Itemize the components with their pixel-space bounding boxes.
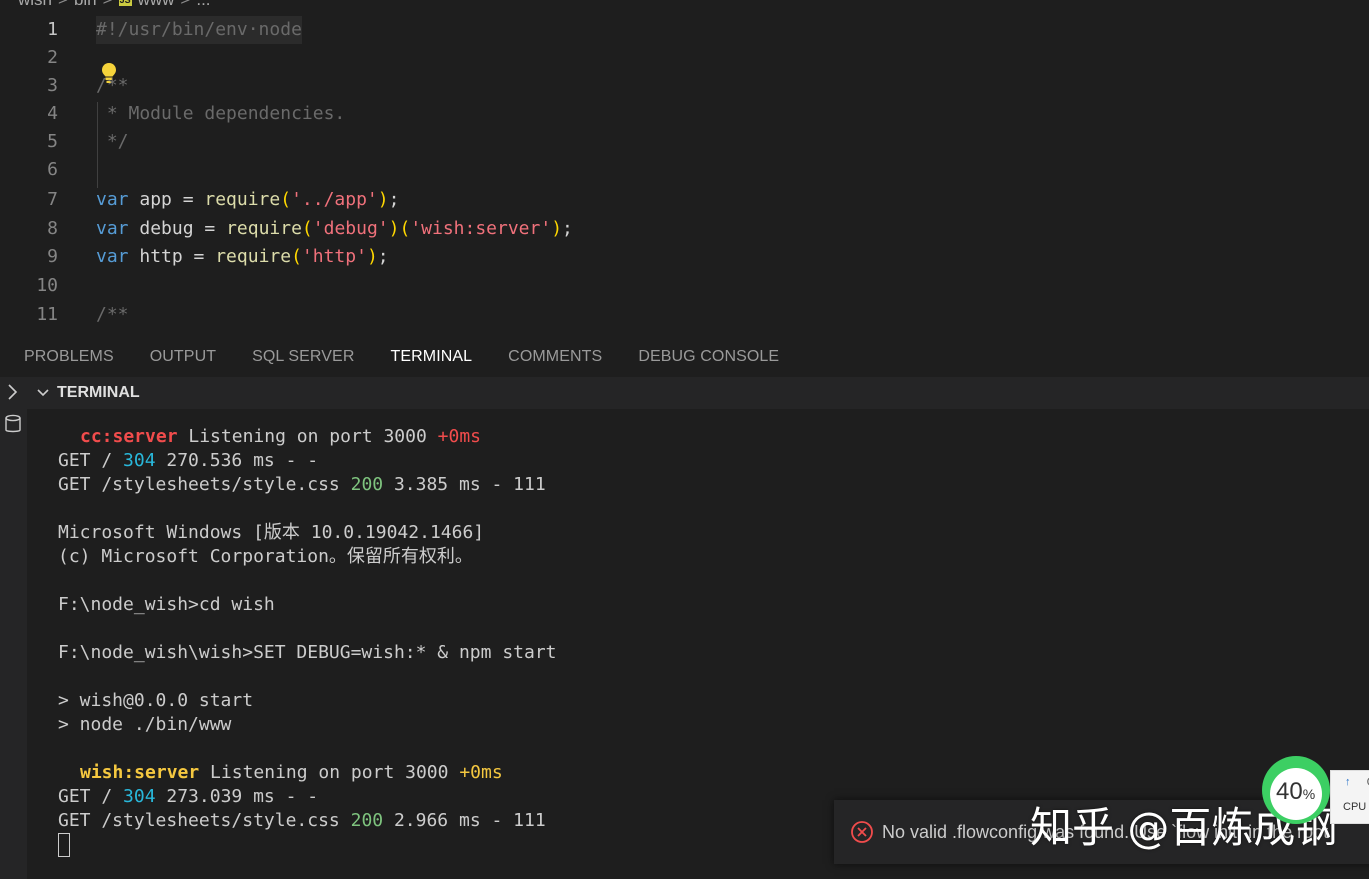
error-circle-icon: [851, 821, 873, 843]
breadcrumb-item-www[interactable]: www: [138, 0, 175, 10]
code-line[interactable]: 10: [0, 272, 1369, 300]
tab-terminal[interactable]: TERMINAL: [390, 342, 472, 372]
breadcrumb-separator: >: [180, 0, 190, 10]
terminal-line: > node ./bin/www: [58, 714, 232, 735]
code-line[interactable]: 6: [0, 156, 1369, 184]
line-number: 11: [36, 304, 58, 325]
tab-problems[interactable]: PROBLEMS: [24, 342, 114, 372]
terminal-header[interactable]: TERMINAL: [27, 377, 1369, 409]
database-icon[interactable]: [2, 413, 24, 435]
code-text: /**: [96, 75, 129, 96]
line-number: 4: [47, 103, 58, 124]
code-text: var debug = require('debug')('wish:serve…: [96, 218, 573, 239]
line-number: 2: [47, 47, 58, 68]
terminal-line: Microsoft Windows [版本 10.0.19042.1466]: [58, 522, 485, 543]
code-line[interactable]: 8 var debug = require('debug')('wish:ser…: [0, 215, 1369, 243]
line-number: 1: [47, 19, 58, 40]
breadcrumb-item-more[interactable]: ...: [196, 0, 210, 10]
code-text: #!/usr/bin/env·node: [96, 16, 302, 44]
breadcrumb-separator: >: [58, 0, 68, 10]
cpu-label: CPU: [1343, 801, 1367, 813]
tab-debug-console[interactable]: DEBUG CONSOLE: [638, 342, 779, 372]
cpu-usage-ring[interactable]: 40%: [1258, 750, 1338, 830]
chevron-right-icon[interactable]: [2, 381, 24, 403]
tab-comments[interactable]: COMMENTS: [508, 342, 602, 372]
line-number: 5: [47, 131, 58, 152]
terminal-line: > wish@0.0.0 start: [58, 690, 254, 711]
code-text: /**: [96, 304, 129, 325]
breadcrumb: wish > bin > JS www > ...: [18, 0, 211, 10]
code-text: var http = require('http');: [96, 246, 389, 267]
code-text: * Module dependencies.: [96, 103, 346, 124]
vscode-window: wish > bin > JS www > ... 1 #!/usr/bin/e…: [0, 0, 1369, 879]
breadcrumb-item-bin[interactable]: bin: [74, 0, 97, 10]
code-line[interactable]: 5 */: [0, 128, 1369, 156]
code-text: */: [96, 131, 129, 152]
upload-arrow-icon: ↑: [1345, 776, 1351, 788]
tab-sql-server[interactable]: SQL SERVER: [252, 342, 354, 372]
code-line[interactable]: 3 /**: [0, 72, 1369, 100]
side-strip: [0, 377, 27, 879]
terminal-line: GET /stylesheets/style.css 200 3.385 ms …: [58, 474, 546, 495]
breadcrumb-item-wish[interactable]: wish: [18, 0, 52, 10]
line-number: 6: [47, 159, 58, 180]
terminal-line: GET /stylesheets/style.css 200 2.966 ms …: [58, 810, 546, 831]
terminal-cursor-line[interactable]: [58, 833, 70, 857]
terminal-line: GET / 304 273.039 ms - -: [58, 786, 319, 807]
code-editor[interactable]: 1 #!/usr/bin/env·node 2 3 /** 4 * Module…: [0, 16, 1369, 338]
code-line[interactable]: 2: [0, 44, 1369, 72]
terminal-header-title: TERMINAL: [57, 384, 140, 401]
code-line[interactable]: 1 #!/usr/bin/env·node: [0, 16, 1369, 44]
code-line[interactable]: 11 /**: [0, 301, 1369, 329]
terminal-line: GET / 304 270.536 ms - -: [58, 450, 319, 471]
breadcrumb-separator: >: [103, 0, 113, 10]
terminal-line: F:\node_wish\wish>SET DEBUG=wish:* & npm…: [58, 642, 557, 663]
terminal-line: F:\node_wish>cd wish: [58, 594, 275, 615]
code-text: var app = require('../app');: [96, 189, 400, 210]
code-line[interactable]: 4 * Module dependencies.: [0, 100, 1369, 128]
line-number: 9: [47, 246, 58, 267]
tab-output[interactable]: OUTPUT: [150, 342, 216, 372]
cpu-percent: 40%: [1276, 778, 1316, 805]
terminal-cursor: [58, 833, 70, 857]
line-number: 10: [36, 275, 58, 296]
line-number: 8: [47, 218, 58, 239]
panel-tabs: PROBLEMS OUTPUT SQL SERVER TERMINAL COMM…: [0, 338, 1369, 376]
terminal-line: cc:server Listening on port 3000 +0ms: [80, 426, 481, 447]
terminal-line: (c) Microsoft Corporation。保留所有权利。: [58, 546, 473, 567]
js-file-icon: JS: [118, 0, 132, 6]
code-line[interactable]: 9 var http = require('http');: [0, 243, 1369, 271]
terminal-line: wish:server Listening on port 3000 +0ms: [80, 762, 503, 783]
code-line[interactable]: 7 var app = require('../app');: [0, 186, 1369, 214]
line-number: 3: [47, 75, 58, 96]
chevron-down-icon[interactable]: [35, 385, 51, 401]
line-number: 7: [47, 189, 58, 210]
